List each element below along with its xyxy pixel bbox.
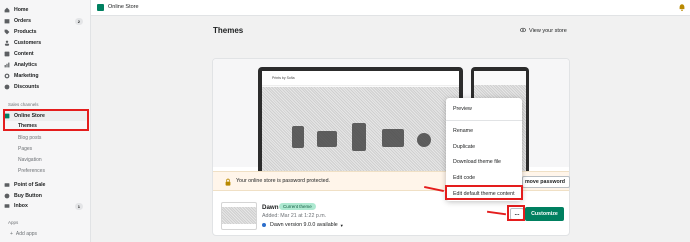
sidebar-item-inbox[interactable]: Inbox 1: [4, 201, 86, 211]
sidebar-item-label: Point of Sale: [14, 182, 46, 188]
sidebar-item-marketing[interactable]: Marketing: [4, 71, 86, 81]
sidebar-item-analytics[interactable]: Analytics: [4, 60, 86, 70]
theme-version-label: Dawn version 9.0.0 available: [270, 222, 338, 228]
remove-password-button[interactable]: move password: [522, 176, 570, 188]
preview-header: Prints by Sofia: [262, 71, 459, 86]
preview-item: [292, 126, 304, 148]
menu-item-download[interactable]: Download theme file: [453, 159, 501, 165]
preview-item: [417, 133, 431, 147]
topbar: Online Store: [91, 0, 690, 16]
eye-icon: [520, 27, 526, 35]
sidebar-item-label: Content: [14, 51, 34, 57]
chevron-down-icon: ▼: [339, 222, 344, 228]
page-title: Themes: [213, 26, 244, 35]
pos-icon: [4, 182, 10, 188]
orders-icon: [4, 18, 10, 24]
plus-icon: +: [10, 230, 13, 237]
sidebar-subitem-pages[interactable]: Pages: [18, 144, 32, 153]
sidebar-item-label: Customers: [14, 40, 42, 46]
banner-text: Your online store is password protected.: [236, 178, 331, 184]
menu-item-rename[interactable]: Rename: [453, 128, 473, 134]
highlight-box-edit-content: [445, 185, 523, 200]
notification-icon[interactable]: [678, 3, 686, 12]
view-store-link[interactable]: View your store: [520, 27, 567, 35]
discount-icon: [4, 84, 10, 90]
sidebar-item-products[interactable]: Products: [4, 27, 86, 37]
target-icon: [4, 73, 10, 79]
lock-icon: [224, 178, 232, 186]
home-icon: [4, 7, 10, 13]
sidebar-item-label: Home: [14, 7, 29, 13]
preview-item: [382, 129, 404, 147]
preview-item: [317, 131, 337, 147]
sidebar-item-label: Marketing: [14, 73, 39, 79]
theme-version-link[interactable]: Dawn version 9.0.0 available ▼: [262, 222, 344, 228]
person-icon: [4, 40, 10, 46]
thumbnail-image: [222, 207, 256, 224]
buy-button-icon: [4, 193, 10, 199]
menu-item-edit-code[interactable]: Edit code: [453, 175, 475, 181]
preview-store-name: Prints by Sofia: [272, 76, 295, 80]
highlight-box-more-button: [507, 205, 525, 221]
orders-count-badge: 2: [74, 17, 83, 25]
sidebar-item-label: Products: [14, 29, 37, 35]
sidebar-item-point-of-sale[interactable]: Point of Sale: [4, 180, 86, 190]
store-icon: [97, 4, 104, 11]
preview-item: [352, 123, 366, 151]
content-icon: [4, 51, 10, 57]
sidebar-item-buy-button[interactable]: Buy Button: [4, 191, 86, 201]
topbar-title: Online Store: [108, 4, 139, 10]
apps-label: Apps: [8, 220, 19, 225]
theme-thumbnail: [221, 202, 257, 230]
sidebar-item-discounts[interactable]: Discounts: [4, 82, 86, 92]
menu-item-duplicate[interactable]: Duplicate: [453, 144, 475, 150]
sidebar-subitem-preferences[interactable]: Preferences: [18, 166, 45, 175]
sidebar-item-label: Analytics: [14, 62, 38, 68]
inbox-count-badge: 1: [74, 202, 83, 210]
sidebar: Home Orders 2 Products Customers Content…: [0, 0, 91, 242]
menu-item-preview[interactable]: Preview: [453, 106, 472, 112]
add-apps-link[interactable]: + Add apps: [10, 229, 37, 238]
highlight-box-online-store: [3, 109, 89, 131]
theme-added-date: Added: Mar 21 at 1:22 p.m.: [262, 213, 327, 219]
tag-icon: [4, 29, 10, 35]
theme-name: Dawn: [262, 204, 279, 211]
analytics-icon: [4, 62, 10, 68]
sidebar-item-label: Orders: [14, 18, 32, 24]
sidebar-item-customers[interactable]: Customers: [4, 38, 86, 48]
sidebar-item-home[interactable]: Home: [4, 5, 86, 15]
laptop-screen: Prints by Sofia: [262, 71, 459, 180]
sidebar-item-label: Discounts: [14, 84, 40, 90]
view-store-label: View your store: [529, 28, 567, 34]
sidebar-item-label: Inbox: [14, 203, 28, 209]
sales-channels-label: Sales channels: [8, 102, 39, 107]
sidebar-subitem-navigation[interactable]: Navigation: [18, 155, 42, 164]
sidebar-item-orders[interactable]: Orders 2: [4, 16, 86, 26]
inbox-icon: [4, 203, 10, 209]
info-dot-icon: [262, 223, 266, 227]
add-apps-label: Add apps: [15, 230, 38, 237]
customize-button[interactable]: Customize: [525, 207, 564, 221]
current-theme-badge: Current theme: [279, 203, 316, 210]
laptop-preview: Prints by Sofia: [258, 67, 463, 184]
menu-separator: [446, 120, 522, 121]
sidebar-subitem-blog-posts[interactable]: Blog posts: [18, 133, 41, 142]
sidebar-item-label: Buy Button: [14, 193, 42, 199]
sidebar-item-content[interactable]: Content: [4, 49, 86, 59]
